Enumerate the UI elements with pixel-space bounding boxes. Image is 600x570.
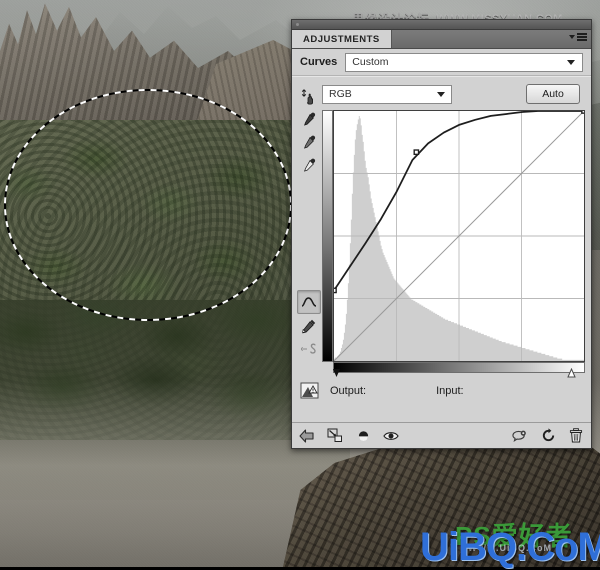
black-point-eyedropper[interactable] [298,108,320,130]
reset-circular-arrow-icon [542,428,554,442]
half-circle-icon [358,430,368,441]
input-label: Input: [436,385,464,397]
output-input-row: Output: Input: [292,376,591,406]
hand-pointer-icon [301,88,313,104]
back-arrow-icon [299,428,314,443]
output-label: Output: [330,385,367,397]
reset-button[interactable] [540,428,556,444]
smooth-curve-tool[interactable] [298,338,320,360]
chevron-down-icon [569,34,575,39]
curves-preset-select[interactable]: Custom [345,52,583,72]
tab-adjustments[interactable]: ADJUSTMENTS [292,30,392,48]
channel-value: RGB [329,88,352,100]
previous-state-icon [512,430,526,442]
pencil-tool[interactable] [298,315,320,337]
white-point-slider [567,368,576,378]
return-to-adjustment-list-button[interactable] [299,428,315,444]
channel-row: RGB Auto [322,83,583,105]
curves-body: RGB Auto [292,77,591,378]
curves-graph [322,110,585,378]
chevron-down-icon [567,59,575,65]
white-point-eyedropper[interactable] [298,154,320,176]
eye-icon [383,431,399,440]
panel-bottom-bar [292,422,591,448]
targeted-adjustment-tool[interactable] [298,85,320,107]
preview-button[interactable] [383,428,399,444]
curves-graph-column: RGB Auto [322,83,585,378]
curves-label: Curves [300,56,338,68]
clip-to-layer-button[interactable] [327,428,343,444]
panel-grip-dot [296,23,299,26]
curve-plot-svg [334,111,584,361]
eyedropper-icon [304,112,316,126]
gray-point-eyedropper[interactable] [298,131,320,153]
eyedropper-icon [304,158,316,172]
panel-titlebar[interactable] [292,20,591,30]
smooth-icon [300,343,316,354]
channel-select[interactable]: RGB [322,84,452,104]
panel-menu-icon[interactable] [569,33,587,41]
pencil-icon [302,319,316,334]
adjustments-panel: ADJUSTMENTS Curves Custom RGB Auto Outpu… [291,19,592,449]
output-gradient-ramp [322,110,333,362]
bottom-watermark: UiBQ.CoM [420,525,600,569]
curve-plot-area[interactable] [333,110,585,362]
tab-adjustments-label: ADJUSTMENTS [303,33,380,45]
auto-button[interactable]: Auto [526,84,580,104]
trash-icon [569,428,583,443]
curves-tool-column [296,83,322,372]
clip-to-layer-icon [327,428,342,442]
curves-preset-value: Custom [352,56,389,68]
chevron-down-icon [437,91,445,97]
delete-adjustment-button[interactable] [568,428,584,444]
tool-column-spacer [298,177,320,289]
curve-point-tool[interactable] [297,290,321,314]
curves-preset-row: Curves Custom [292,49,591,75]
eyedropper-icon [304,135,316,149]
clipping-warning-icon[interactable] [300,382,320,400]
view-previous-state-button[interactable] [512,428,528,444]
menu-lines-icon [577,33,587,41]
input-level-sliders[interactable] [322,368,584,380]
curve-icon [301,297,317,307]
panel-tab-bar: ADJUSTMENTS [292,30,591,49]
toggle-layer-visibility-button[interactable] [355,428,371,444]
black-point-slider [333,369,340,377]
auto-button-label: Auto [542,88,564,100]
